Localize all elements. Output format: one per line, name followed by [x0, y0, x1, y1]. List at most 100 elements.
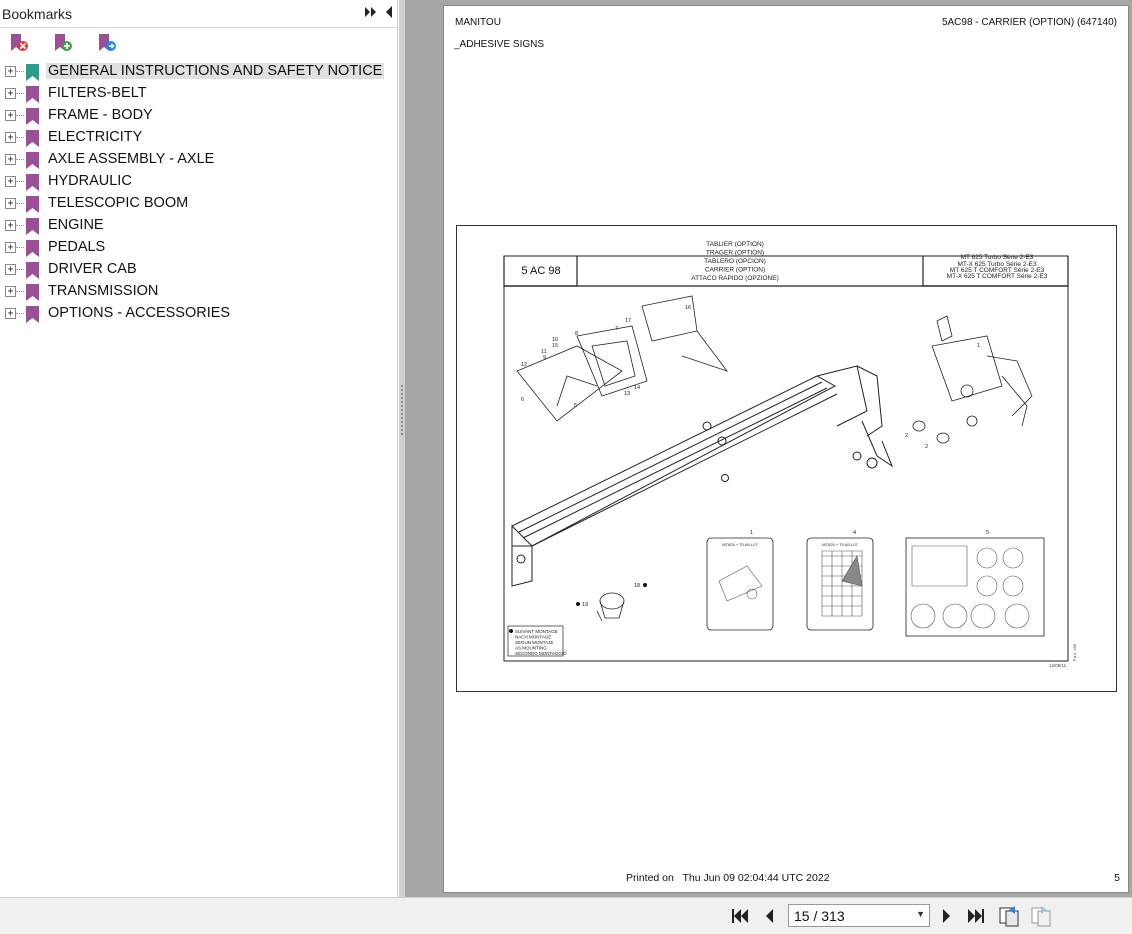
figure-code: 5 AC 98 [521, 265, 560, 277]
next-page-icon[interactable] [934, 904, 958, 928]
page-number-value: 15 / 313 [794, 907, 845, 924]
callout-5: 5 [574, 403, 577, 409]
bookmark-item[interactable]: + TRANSMISSION [0, 281, 397, 303]
expand-icon[interactable]: + [5, 242, 16, 253]
expand-icon[interactable]: + [5, 176, 16, 187]
page-number-field[interactable]: 15 / 313 ▼ [788, 904, 930, 927]
bookmark-label[interactable]: DRIVER CAB [46, 261, 139, 277]
bookmark-item[interactable]: + DRIVER CAB [0, 259, 397, 281]
callout-8: 8 [575, 331, 578, 337]
figure-date-code: 12/09/11 [1049, 663, 1067, 668]
bookmark-label[interactable]: AXLE ASSEMBLY - AXLE [46, 151, 216, 167]
bookmark-item[interactable]: + HYDRAULIC [0, 171, 397, 193]
bookmark-item[interactable]: + GENERAL INSTRUCTIONS AND SAFETY NOTICE [0, 61, 397, 83]
bookmark-item[interactable]: + FRAME - BODY [0, 105, 397, 127]
bookmark-item[interactable]: + TELESCOPIC BOOM [0, 193, 397, 215]
delete-bookmark-icon[interactable] [8, 32, 30, 54]
close-panel-icon[interactable] [385, 6, 393, 21]
callout-6: 6 [521, 397, 524, 403]
bookmark-item[interactable]: + AXLE ASSEMBLY - AXLE [0, 149, 397, 171]
callout-1a: 1 [977, 343, 980, 349]
mounting-note-it: SECONDO MONTAGGIO [515, 651, 567, 656]
callout-13: 13 [624, 391, 630, 397]
figure-ref-code: P.A.S. 03/E [1073, 643, 1077, 661]
find-bookmark-icon[interactable] [96, 32, 118, 54]
bookmark-label[interactable]: FILTERS-BELT [46, 85, 149, 101]
add-bookmark-icon[interactable] [52, 32, 74, 54]
bookmark-icon [26, 174, 39, 191]
expand-icon[interactable]: + [5, 88, 16, 99]
expand-icon[interactable]: + [5, 264, 16, 275]
callout-9: 9 [543, 355, 546, 361]
model-4: MT-X 625 T COMFORT Série 2-E3 [947, 273, 1048, 280]
expand-icon[interactable]: + [5, 110, 16, 121]
bookmark-label[interactable]: FRAME - BODY [46, 107, 155, 123]
parts-diagram: 5 AC 98 TABLIER (OPTION) TRAGER (OPTION)… [456, 225, 1117, 692]
page-header-brand: MANITOU [455, 17, 501, 28]
decal-4-header: MT625 + T0.A0.L07 [822, 542, 858, 547]
callout-15: 15 [552, 343, 558, 349]
splitter-grip [401, 385, 403, 435]
bookmark-label[interactable]: TELESCOPIC BOOM [46, 195, 190, 211]
prev-page-icon[interactable] [758, 904, 782, 928]
bookmarks-panel: Bookmarks + GENERAL INSTRUCTIONS AND SAF… [0, 0, 398, 897]
navigation-bar: 15 / 313 ▼ [0, 897, 1132, 934]
expand-icon[interactable]: + [5, 286, 16, 297]
expand-icon[interactable]: + [5, 154, 16, 165]
bookmark-item[interactable]: + ENGINE [0, 215, 397, 237]
bookmark-icon [26, 240, 39, 257]
bookmark-icon [26, 284, 39, 301]
callout-16: 16 [685, 305, 691, 311]
expand-icon[interactable]: + [5, 66, 16, 77]
bookmark-label[interactable]: PEDALS [46, 239, 107, 255]
bookmark-label[interactable]: TRANSMISSION [46, 283, 160, 299]
bookmark-icon [26, 152, 39, 169]
printed-date: Thu Jun 09 02:04:44 UTC 2022 [682, 872, 830, 884]
bookmark-label[interactable]: HYDRAULIC [46, 173, 134, 189]
figure-title-fr: TABLIER (OPTION) [706, 241, 764, 248]
bookmark-icon [26, 108, 39, 125]
figure-title-it: ATTACO RAPIDO (OPZIONE) [691, 275, 779, 282]
bookmark-tree: + GENERAL INSTRUCTIONS AND SAFETY NOTICE… [0, 58, 397, 325]
bookmark-label[interactable]: OPTIONS - ACCESSORIES [46, 305, 232, 321]
mounting-note-en: AS MOUNTING [515, 646, 547, 651]
bookmark-label[interactable]: ENGINE [46, 217, 106, 233]
callout-7: 7 [615, 326, 618, 332]
bookmark-label[interactable]: GENERAL INSTRUCTIONS AND SAFETY NOTICE [46, 63, 385, 79]
bookmark-item[interactable]: + OPTIONS - ACCESSORIES [0, 303, 397, 325]
figure-title-en: CARRIER (OPTION) [705, 267, 765, 274]
next-view-icon[interactable] [1029, 904, 1053, 928]
first-page-icon[interactable] [728, 904, 752, 928]
bookmarks-panel-title: Bookmarks [2, 5, 73, 22]
bookmark-item[interactable]: + FILTERS-BELT [0, 83, 397, 105]
callout-12: 12 [521, 362, 527, 368]
decal-1-header: MT625 + T0.A0.L07 [722, 542, 758, 547]
last-page-icon[interactable] [964, 904, 988, 928]
bookmark-item[interactable]: + PEDALS [0, 237, 397, 259]
expand-icon[interactable]: + [5, 198, 16, 209]
prev-view-icon[interactable] [997, 904, 1021, 928]
printed-label: Printed on [626, 872, 674, 884]
model-1: MT 625 Turbo Série 2-E3 [961, 254, 1034, 261]
callout-4: 4 [853, 530, 856, 536]
chevron-down-icon[interactable]: ▼ [916, 909, 925, 919]
mounting-note-de: NACH MONTAGE [515, 635, 551, 640]
bookmark-icon [26, 130, 39, 147]
bookmark-icon [26, 262, 39, 279]
document-page: MANITOU 5AC98 - CARRIER (OPTION) (647140… [443, 5, 1129, 893]
printed-on-footer: Printed on Thu Jun 09 02:04:44 UTC 2022 [626, 872, 830, 884]
document-viewer[interactable]: MANITOU 5AC98 - CARRIER (OPTION) (647140… [405, 0, 1132, 897]
bookmark-label[interactable]: ELECTRICITY [46, 129, 144, 145]
bookmark-item[interactable]: + ELECTRICITY [0, 127, 397, 149]
double-arrow-right-icon[interactable] [365, 7, 377, 20]
bookmarks-toolbar [0, 28, 397, 58]
expand-icon[interactable]: + [5, 220, 16, 231]
bookmark-icon [26, 306, 39, 323]
expand-icon[interactable]: + [5, 308, 16, 319]
expand-icon[interactable]: + [5, 132, 16, 143]
figure-title-de: TRAGER (OPTION) [706, 250, 764, 257]
bookmarks-panel-header: Bookmarks [0, 0, 397, 28]
figure-title-es: TABLERO (OPCION) [704, 258, 766, 265]
bookmark-icon [26, 196, 39, 213]
callout-1b: 1 [750, 530, 753, 536]
